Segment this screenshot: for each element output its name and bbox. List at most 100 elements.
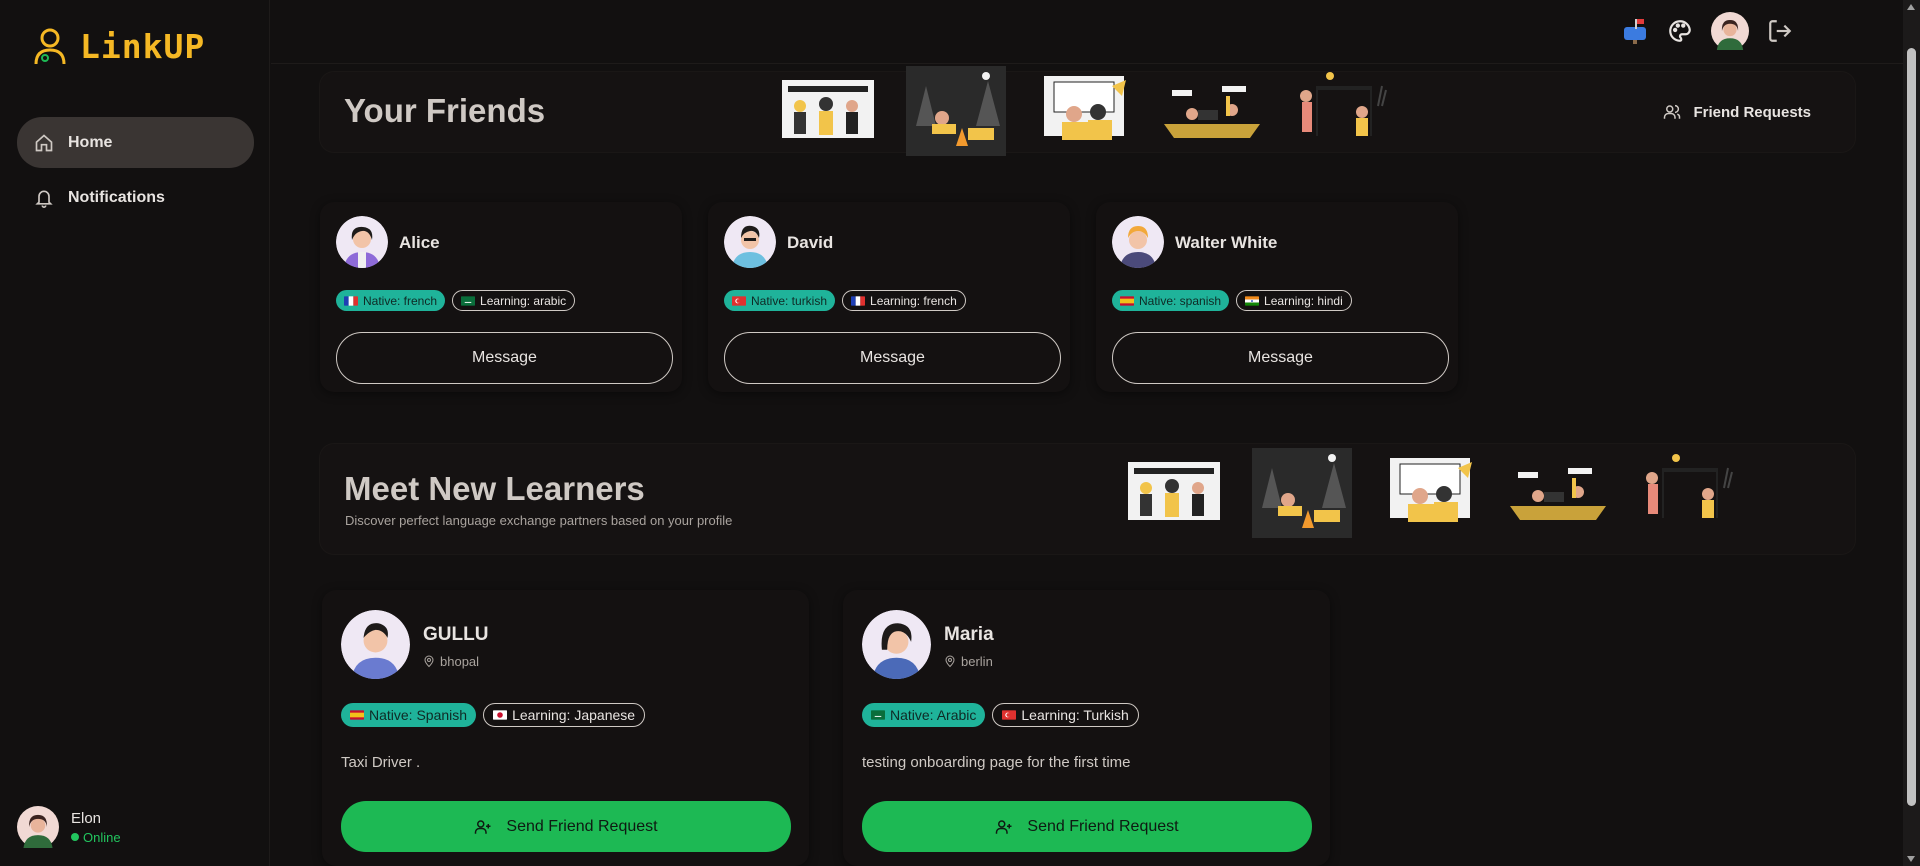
avatar	[1112, 216, 1164, 268]
learning-language-label: Learning: arabic	[480, 293, 567, 308]
message-button[interactable]: Message	[724, 332, 1061, 384]
learner-bio: testing onboarding page for the first ti…	[862, 754, 1131, 771]
native-language-label: Native: turkish	[751, 293, 828, 308]
friend-requests-label: Friend Requests	[1693, 103, 1811, 121]
learning-language-label: Learning: Japanese	[512, 707, 636, 723]
flag-tr-icon	[1002, 710, 1017, 720]
language-badges: Native: french Learning: arabic	[336, 290, 576, 311]
scroll-down-arrow-icon[interactable]	[1907, 856, 1915, 862]
friend-card: Walter White Native: spanish Learning: h…	[1096, 202, 1458, 392]
scroll-thumb[interactable]	[1907, 48, 1916, 806]
learner-name: Maria	[944, 624, 994, 645]
avatar	[336, 216, 388, 268]
app-logo[interactable]: LinkUP	[32, 26, 205, 66]
sidebar-nav: Home Notifications	[17, 117, 254, 227]
native-language-badge: Native: spanish	[1112, 290, 1230, 311]
user-plus-icon	[475, 819, 491, 834]
flag-sa-icon	[461, 295, 476, 306]
send-friend-request-label: Send Friend Request	[506, 817, 658, 835]
current-user[interactable]: Elon Online	[17, 806, 121, 848]
sidebar-item-label: Notifications	[68, 188, 165, 206]
flag-in-icon	[1245, 295, 1260, 306]
send-friend-request-button[interactable]: Send Friend Request	[862, 801, 1312, 852]
native-language-badge: Native: french	[336, 290, 446, 311]
illustration-row	[778, 66, 1390, 156]
avatar	[862, 610, 931, 679]
friend-name: David	[787, 233, 834, 252]
friend-card: David Native: turkish Learning: french M…	[708, 202, 1070, 392]
flag-jp-icon	[493, 710, 508, 720]
avatar[interactable]	[1711, 12, 1749, 50]
illustration-campfire-icon	[906, 66, 1006, 156]
illustration-boat-icon	[1164, 86, 1260, 138]
bell-icon	[34, 188, 54, 208]
learning-language-badge: Learning: arabic	[452, 290, 576, 311]
sidebar-item-notifications[interactable]: Notifications	[17, 172, 254, 223]
palette-icon[interactable]	[1667, 18, 1693, 44]
friend-requests-button[interactable]: Friend Requests	[1649, 94, 1825, 130]
sidebar-item-home[interactable]: Home	[17, 117, 254, 168]
location-pin-icon	[945, 655, 955, 668]
friends-section-header: Your Friends Friend Requests	[320, 66, 1855, 156]
location-pin-icon	[424, 655, 434, 668]
section-title: Meet New Learners	[344, 470, 645, 507]
illustration-campfire-icon	[1252, 448, 1352, 538]
learning-language-label: Learning: hindi	[1264, 293, 1343, 308]
user-status: Online	[71, 830, 121, 845]
message-button[interactable]: Message	[336, 332, 673, 384]
learner-location: bhopal	[423, 654, 479, 669]
friend-name: Alice	[399, 233, 440, 252]
avatar	[341, 610, 410, 679]
send-friend-request-button[interactable]: Send Friend Request	[341, 801, 791, 852]
flag-fr-icon	[851, 295, 866, 306]
illustration-boat-icon	[1510, 468, 1606, 520]
message-button[interactable]: Message	[1112, 332, 1449, 384]
native-language-badge: Native: Spanish	[341, 703, 477, 727]
learning-language-badge: Learning: hindi	[1236, 290, 1352, 311]
avatar	[724, 216, 776, 268]
home-icon	[34, 133, 54, 153]
location-label: bhopal	[440, 654, 480, 669]
avatar	[17, 806, 59, 848]
flag-sa-icon	[871, 710, 885, 720]
mailbox-icon[interactable]	[1621, 17, 1649, 45]
language-badges: Native: Arabic Learning: Turkish	[862, 703, 1139, 727]
language-badges: Native: spanish Learning: hindi	[1112, 290, 1352, 311]
native-language-label: Native: Spanish	[369, 707, 468, 723]
learner-card: GULLU bhopal Native: Spanish Learning: J…	[322, 590, 809, 866]
illustration-volleyball-icon	[1300, 72, 1387, 136]
flag-es-icon	[1120, 295, 1134, 306]
scrollbar[interactable]	[1903, 0, 1920, 866]
learner-bio: Taxi Driver .	[341, 754, 421, 771]
topbar-actions	[1621, 12, 1793, 50]
illustration-people-icon	[1128, 462, 1220, 520]
friend-card: Alice Native: french Learning: arabic Me…	[320, 202, 682, 392]
flag-fr-icon	[344, 295, 358, 306]
native-language-badge: Native: turkish	[724, 290, 836, 311]
language-badges: Native: turkish Learning: french	[724, 290, 966, 311]
native-language-label: Native: spanish	[1139, 293, 1222, 308]
section-subtitle: Discover perfect language exchange partn…	[345, 513, 733, 528]
illustration-row	[1124, 448, 1736, 538]
learning-language-label: Learning: Turkish	[1021, 707, 1129, 723]
native-language-badge: Native: Arabic	[862, 703, 986, 727]
flag-es-icon	[350, 710, 364, 720]
learner-name: GULLU	[423, 624, 489, 645]
section-title: Your Friends	[344, 92, 546, 129]
send-friend-request-label: Send Friend Request	[1027, 817, 1179, 835]
learning-language-badge: Learning: french	[842, 290, 966, 311]
language-badges: Native: Spanish Learning: Japanese	[341, 703, 646, 727]
learning-language-label: Learning: french	[870, 293, 957, 308]
scroll-up-arrow-icon[interactable]	[1907, 4, 1915, 10]
learner-location: berlin	[944, 654, 993, 669]
learning-language-badge: Learning: Japanese	[483, 703, 646, 727]
user-name: Elon	[71, 809, 102, 827]
native-language-label: Native: french	[363, 293, 438, 308]
illustration-selfie-icon	[1390, 458, 1472, 522]
native-language-label: Native: Arabic	[890, 707, 977, 723]
learners-section-header: Meet New Learners Discover perfect langu…	[320, 444, 1855, 554]
friend-name: Walter White	[1175, 233, 1278, 252]
learner-card: Maria berlin Native: Arabic Learning: Tu…	[843, 590, 1330, 866]
topbar	[271, 0, 1903, 64]
logout-icon[interactable]	[1767, 18, 1793, 44]
